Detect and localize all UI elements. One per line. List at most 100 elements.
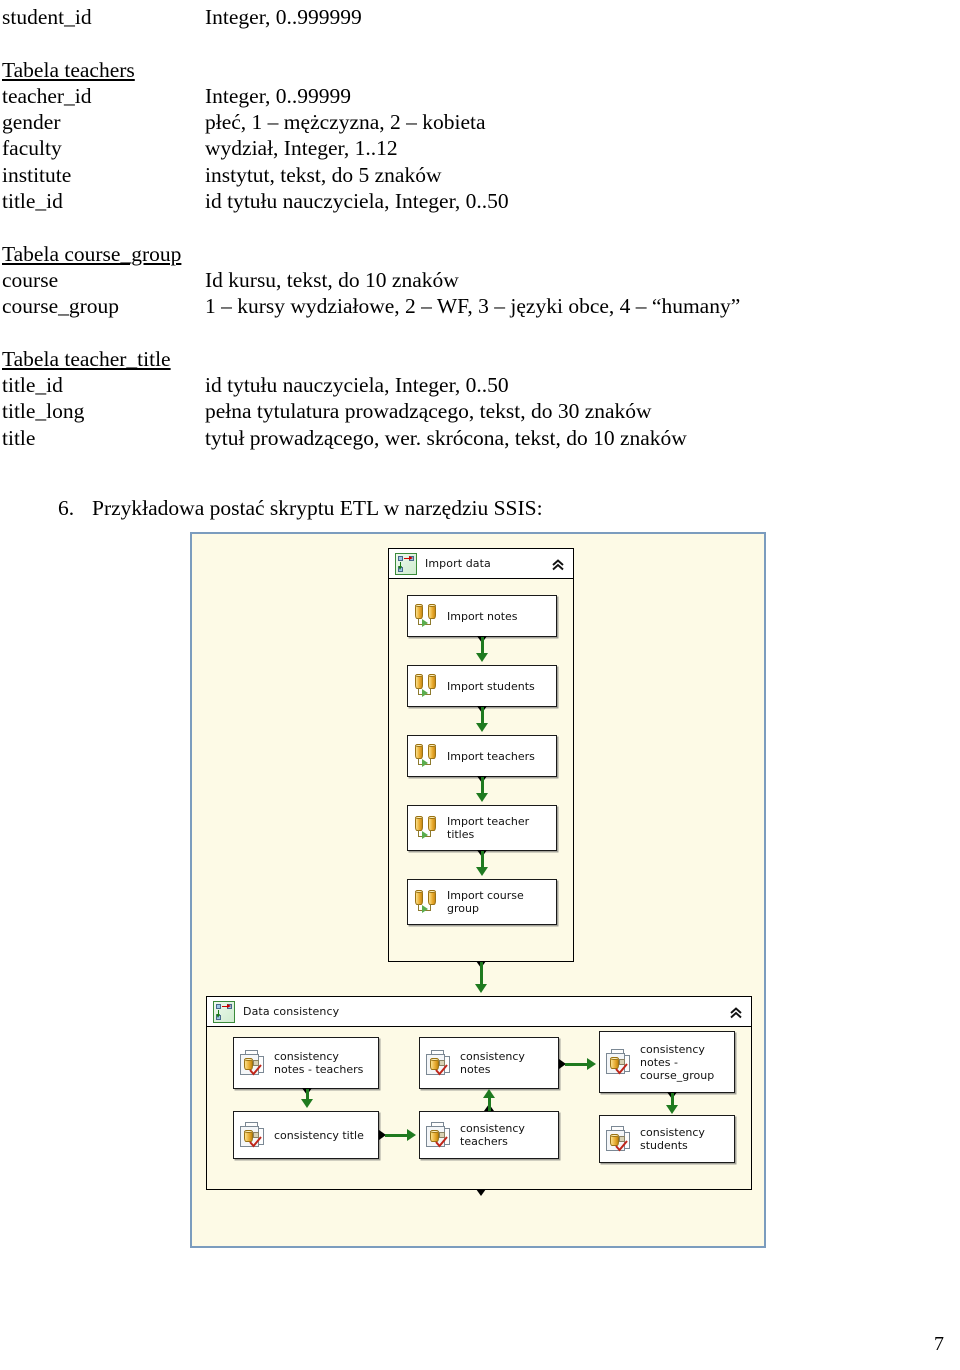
- list-text: Przykładowa postać skryptu ETL w narzędz…: [92, 496, 543, 521]
- precedence-arrowhead: [587, 1058, 596, 1070]
- field-name: course_group: [2, 294, 120, 319]
- task-label: consistency notes - teachers: [274, 1050, 364, 1076]
- field-name: title_long: [2, 399, 85, 424]
- precedence-constraint[interactable]: [385, 1133, 409, 1137]
- task-label: Import teacher titles: [447, 815, 530, 841]
- task-label: consistency title: [274, 1128, 364, 1142]
- field-name: institute: [2, 162, 72, 187]
- task-label: consistency notes: [460, 1050, 525, 1076]
- field-description: wydział, Integer, 1..12: [205, 136, 398, 161]
- field-name: teacher_id: [2, 83, 92, 108]
- task-label: consistency students: [640, 1126, 705, 1152]
- data-flow-task-icon: [414, 674, 440, 698]
- table-row: faculty wydział, Integer, 1..12: [2, 135, 958, 161]
- field-name: title: [2, 425, 36, 450]
- sql-task-icon: [240, 1122, 267, 1148]
- task-import-teacher-titles[interactable]: Import teacher titles: [407, 805, 557, 851]
- precedence-constraint[interactable]: [487, 1097, 491, 1111]
- field-name: gender: [2, 110, 61, 135]
- table-row: title_id id tytułu nauczyciela, Integer,…: [2, 372, 958, 398]
- precedence-arrowhead: [301, 1099, 313, 1108]
- field-description: id tytułu nauczyciela, Integer, 0..50: [205, 189, 509, 214]
- sql-task-icon: [426, 1122, 453, 1148]
- data-flow-task-icon: [414, 604, 440, 628]
- field-name: title_id: [2, 373, 63, 398]
- field-name: faculty: [2, 136, 62, 161]
- precedence-arrowhead: [407, 1129, 416, 1141]
- data-flow-task-icon: [414, 744, 440, 768]
- field-name: student_id: [2, 5, 92, 29]
- table-heading-teachers: Tabela teachers: [2, 57, 135, 82]
- table-row: course_group 1 – kursy wydziałowe, 2 – W…: [2, 293, 958, 319]
- sql-task-icon: [426, 1050, 453, 1076]
- precedence-arrowhead: [666, 1105, 678, 1114]
- table-heading-course-group: Tabela course_group: [2, 241, 182, 266]
- table-row: institute instytut, tekst, do 5 znaków: [2, 162, 958, 188]
- task-import-course-group[interactable]: Import course group: [407, 879, 557, 925]
- page-number: 7: [934, 1333, 944, 1355]
- container-header-data-consistency[interactable]: Data consistency: [207, 997, 751, 1027]
- task-consistency-title[interactable]: consistency title: [233, 1111, 379, 1159]
- precedence-constraint[interactable]: [565, 1062, 589, 1066]
- field-description: id tytułu nauczyciela, Integer, 0..50: [205, 373, 509, 398]
- task-label: Import teachers: [447, 749, 535, 763]
- chevron-double-up-icon[interactable]: [729, 1005, 743, 1019]
- field-description: Integer, 0..999999: [205, 5, 362, 29]
- container-title: Import data: [425, 557, 491, 570]
- field-name: title_id: [2, 189, 63, 214]
- task-consistency-notes[interactable]: consistency notes: [419, 1037, 559, 1089]
- sql-task-icon: [240, 1050, 267, 1076]
- task-label: Import students: [447, 679, 535, 693]
- task-consistency-students[interactable]: consistency students: [599, 1115, 735, 1163]
- sequence-container-data-consistency[interactable]: Data consistency consistency notes - tea…: [206, 996, 752, 1190]
- numbered-list-item: 6. Przykładowa postać skryptu ETL w narz…: [58, 495, 958, 521]
- chevron-double-up-icon[interactable]: [551, 557, 565, 571]
- precedence-constraint-containers[interactable]: [479, 962, 483, 986]
- field-description: płeć, 1 – mężczyzna, 2 – kobieta: [205, 110, 486, 135]
- table-row: teacher_id Integer, 0..99999: [2, 83, 958, 109]
- precedence-arrowhead: [475, 984, 487, 993]
- precedence-start-marker: [476, 1189, 486, 1196]
- precedence-arrowhead: [476, 723, 488, 732]
- precedence-arrowhead: [476, 653, 488, 662]
- sql-task-icon: [606, 1049, 633, 1075]
- list-number: 6.: [58, 496, 75, 521]
- container-header-import-data[interactable]: Import data: [389, 549, 573, 579]
- task-import-teachers[interactable]: Import teachers: [407, 735, 557, 777]
- task-import-notes[interactable]: Import notes: [407, 595, 557, 637]
- container-body-import-data: Import notes Import students Import teac…: [389, 579, 573, 961]
- task-label: Import course group: [447, 889, 524, 915]
- field-description: 1 – kursy wydziałowe, 2 – WF, 3 – języki…: [205, 294, 741, 319]
- table-row: title tytuł prowadzącego, wer. skrócona,…: [2, 425, 958, 451]
- table-row: course Id kursu, tekst, do 10 znaków: [2, 267, 958, 293]
- field-description: pełna tytulatura prowadzącego, tekst, do…: [205, 399, 652, 424]
- task-label: Import notes: [447, 609, 518, 623]
- field-description: Id kursu, tekst, do 10 znaków: [205, 267, 459, 292]
- ssis-control-flow-screenshot: Import data Import notes Import students…: [190, 532, 766, 1248]
- precedence-arrowhead: [476, 793, 488, 802]
- document-body: student_id Integer, 0..999999 Tabela tea…: [2, 0, 958, 521]
- table-row: gender płeć, 1 – mężczyzna, 2 – kobieta: [2, 109, 958, 135]
- container-title: Data consistency: [243, 1005, 340, 1018]
- table-heading-teacher-title: Tabela teacher_title: [2, 346, 171, 371]
- data-flow-task-icon: [414, 890, 440, 914]
- task-consistency-notes-teachers[interactable]: consistency notes - teachers: [233, 1037, 379, 1089]
- sequence-container-icon: [213, 1000, 235, 1023]
- field-description: instytut, tekst, do 5 znaków: [205, 162, 442, 187]
- table-row: title_id id tytułu nauczyciela, Integer,…: [2, 188, 958, 214]
- task-consistency-teachers[interactable]: consistency teachers: [419, 1111, 559, 1159]
- container-body-data-consistency: consistency notes - teachers consistency…: [207, 1027, 751, 1189]
- data-flow-task-icon: [414, 816, 440, 840]
- field-row: student_id Integer, 0..999999: [2, 4, 958, 30]
- sequence-container-icon: [395, 552, 417, 575]
- task-label: consistency teachers: [460, 1122, 525, 1148]
- sequence-container-import-data[interactable]: Import data Import notes Import students…: [388, 548, 574, 962]
- field-description: tytuł prowadzącego, wer. skrócona, tekst…: [205, 425, 687, 450]
- table-row: title_long pełna tytulatura prowadzącego…: [2, 398, 958, 424]
- task-consistency-notes-course-group[interactable]: consistency notes - course_group: [599, 1031, 735, 1093]
- task-import-students[interactable]: Import students: [407, 665, 557, 707]
- task-label: consistency notes - course_group: [640, 1042, 715, 1082]
